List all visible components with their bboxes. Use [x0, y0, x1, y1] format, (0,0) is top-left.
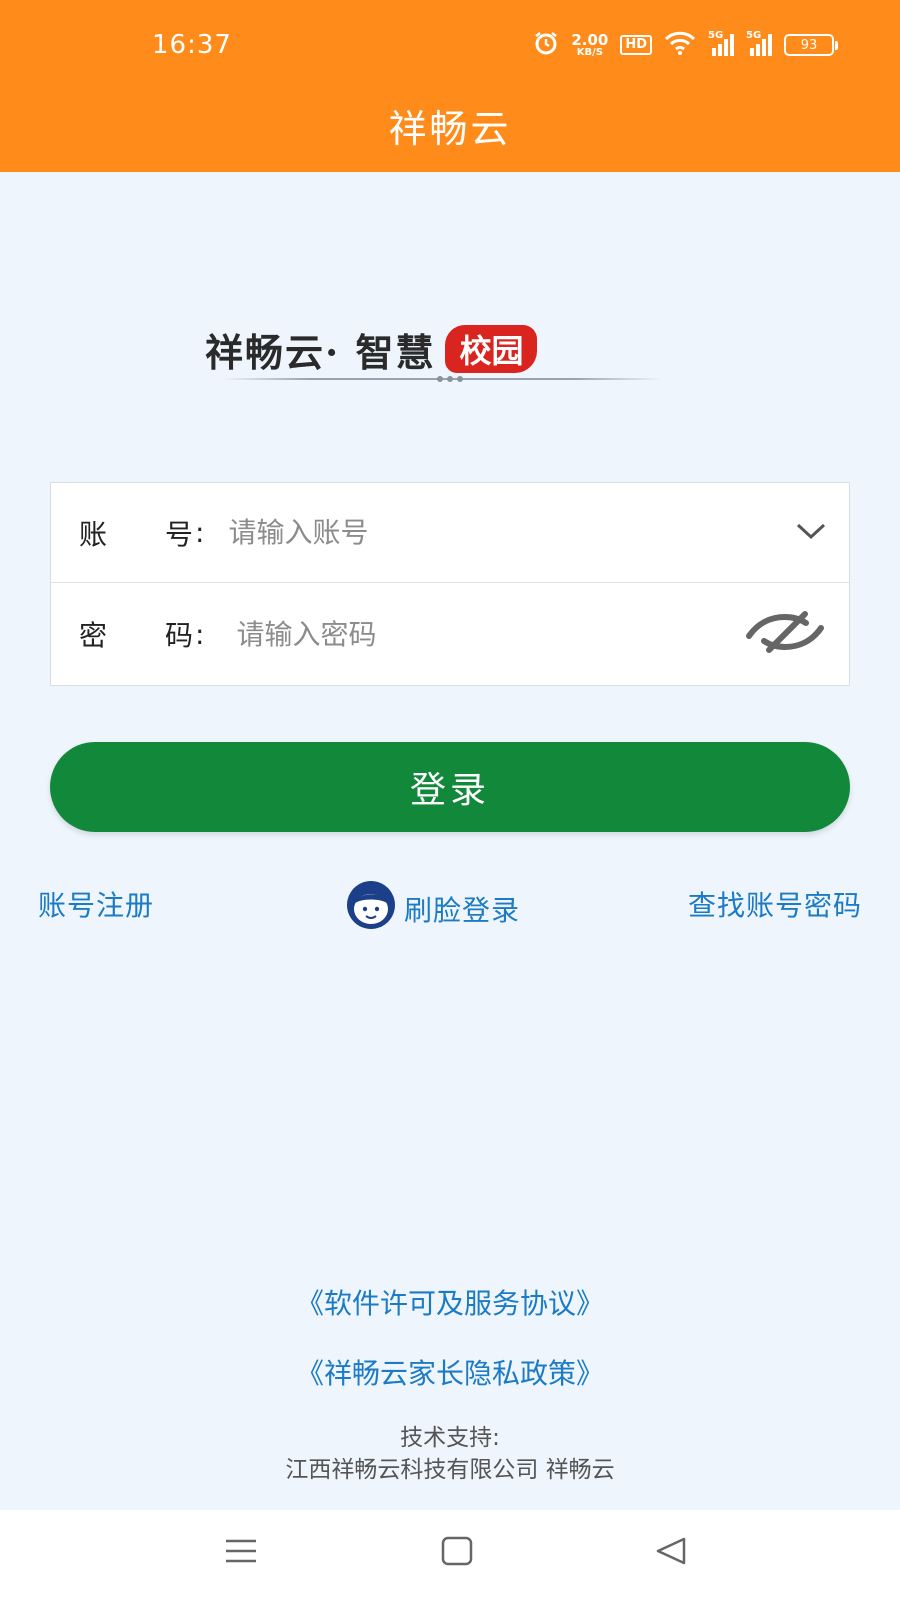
hd-voice-icon: HD: [620, 35, 652, 55]
agreements: 《软件许可及服务协议》 《祥畅云家长隐私政策》: [0, 1282, 900, 1422]
password-input[interactable]: [236, 604, 697, 664]
password-label: 密码: [79, 619, 193, 652]
signal-icon-sim1: 5G: [708, 30, 734, 56]
app-header: 16:37 2.00 KB/S HD 5G 5G 93 祥畅云: [0, 0, 900, 172]
status-time: 16:37: [152, 30, 232, 60]
logo-text: 祥畅云· 智慧: [205, 329, 436, 375]
support-label: 技术支持:: [400, 1425, 500, 1451]
page-title: 祥畅云: [388, 107, 512, 151]
login-form: 账号 : 密码 :: [50, 482, 850, 686]
face-login-label: 刷脸登录: [404, 893, 521, 927]
support-company: 江西祥畅云科技有限公司 祥畅云: [285, 1457, 615, 1483]
chevron-down-icon[interactable]: [795, 521, 827, 545]
battery-icon: 93: [784, 34, 838, 56]
account-label: 账号: [79, 517, 193, 551]
eye-hidden-icon[interactable]: [743, 608, 827, 660]
password-row: 密码 :: [51, 584, 849, 684]
find-password-link[interactable]: 查找账号密码: [688, 884, 862, 924]
logo-ornament-icon: [430, 373, 470, 385]
status-icons: 2.00 KB/S HD 5G 5G 93: [533, 30, 838, 60]
system-nav-bar: [0, 1510, 900, 1600]
face-login-link[interactable]: 刷脸登录: [346, 880, 520, 937]
signal-icon-sim2: 5G: [746, 30, 772, 56]
face-icon: [346, 880, 396, 937]
account-input[interactable]: [228, 502, 689, 563]
login-button[interactable]: 登录: [50, 742, 850, 832]
back-icon[interactable]: [654, 1534, 688, 1572]
home-icon[interactable]: [440, 1534, 474, 1572]
privacy-policy-link[interactable]: 《祥畅云家长隐私政策》: [0, 1352, 900, 1392]
account-row: 账号 :: [51, 483, 849, 583]
login-links: 账号注册 刷脸登录 查找账号密码: [0, 880, 900, 930]
alarm-icon: [533, 30, 559, 60]
wifi-icon: [664, 31, 696, 59]
logo-badge: 校园: [445, 325, 538, 373]
menu-icon[interactable]: [224, 1534, 258, 1572]
network-speed: 2.00 KB/S: [571, 30, 609, 58]
register-link[interactable]: 账号注册: [38, 884, 154, 924]
tech-support: 技术支持: 江西祥畅云科技有限公司 祥畅云: [0, 1422, 900, 1486]
license-agreement-link[interactable]: 《软件许可及服务协议》: [0, 1282, 900, 1322]
app-logo: 祥畅云· 智慧 校园: [205, 318, 538, 380]
